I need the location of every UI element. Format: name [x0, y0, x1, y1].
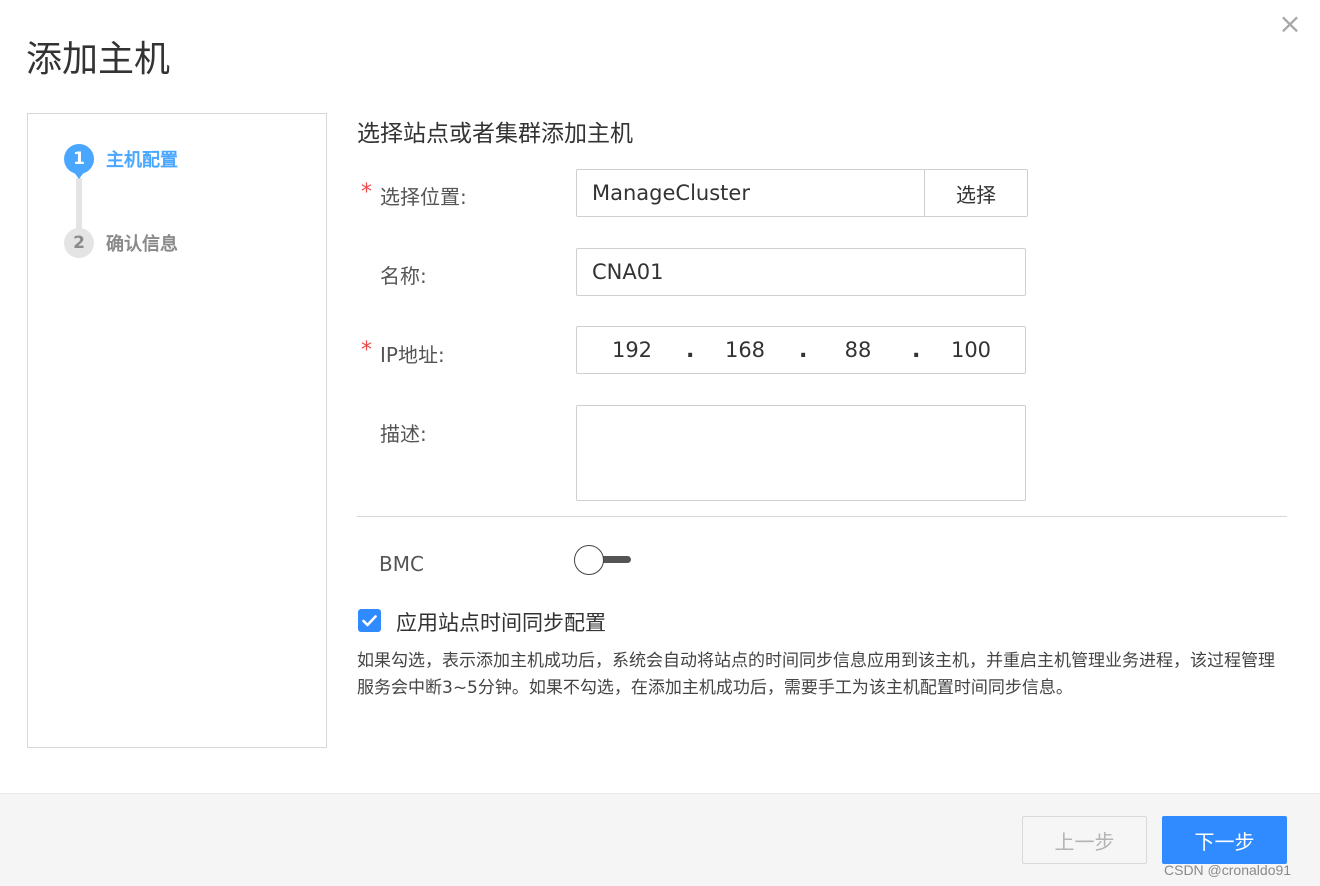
steps-panel: 1 主机配置 2 确认信息 — [27, 113, 327, 748]
close-icon[interactable]: × — [1276, 10, 1304, 38]
location-input[interactable]: ManageCluster — [576, 169, 925, 217]
bmc-toggle[interactable] — [573, 544, 633, 576]
sync-time-label: 应用站点时间同步配置 — [396, 611, 606, 635]
step-number: 1 — [64, 144, 94, 174]
required-mark: * — [361, 180, 372, 205]
select-location-button[interactable]: 选择 — [924, 169, 1028, 217]
ip-label: IP地址: — [380, 343, 445, 367]
step-confirm-info: 2 确认信息 — [64, 228, 178, 258]
location-label: 选择位置: — [380, 185, 467, 209]
bmc-label: BMC — [379, 552, 424, 576]
ip-address-field: 192 . 168 . 88 . 100 — [576, 326, 1026, 374]
sync-time-checkbox[interactable] — [358, 609, 381, 632]
toggle-knob — [574, 545, 604, 575]
required-mark: * — [361, 338, 372, 363]
watermark: CSDN @cronaldo91 — [1164, 862, 1292, 878]
ip-octet-input[interactable]: 88 — [818, 327, 898, 373]
step-connector — [76, 178, 82, 230]
step-label: 确认信息 — [106, 234, 178, 255]
step-number: 2 — [64, 228, 94, 258]
dialog-title: 添加主机 — [26, 39, 171, 80]
name-label: 名称: — [380, 264, 427, 288]
ip-separator: . — [912, 337, 921, 363]
ip-octet-input[interactable]: 192 — [592, 327, 672, 373]
next-step-button[interactable]: 下一步 — [1162, 816, 1287, 864]
check-icon — [362, 614, 377, 626]
name-input[interactable]: CNA01 — [576, 248, 1026, 296]
description-textarea[interactable] — [576, 405, 1026, 501]
sync-time-help-text: 如果勾选，表示添加主机成功后，系统会自动将站点的时间同步信息应用到该主机，并重启… — [357, 651, 1275, 698]
ip-separator: . — [686, 337, 695, 363]
step-host-config: 1 主机配置 — [64, 144, 178, 174]
ip-octet-input[interactable]: 168 — [705, 327, 785, 373]
ip-separator: . — [799, 337, 808, 363]
ip-octet-input[interactable]: 100 — [931, 327, 1011, 373]
step-label: 主机配置 — [106, 150, 178, 171]
section-title: 选择站点或者集群添加主机 — [357, 121, 633, 147]
prev-step-button[interactable]: 上一步 — [1022, 816, 1147, 864]
description-label: 描述: — [380, 422, 427, 446]
divider — [357, 516, 1287, 517]
